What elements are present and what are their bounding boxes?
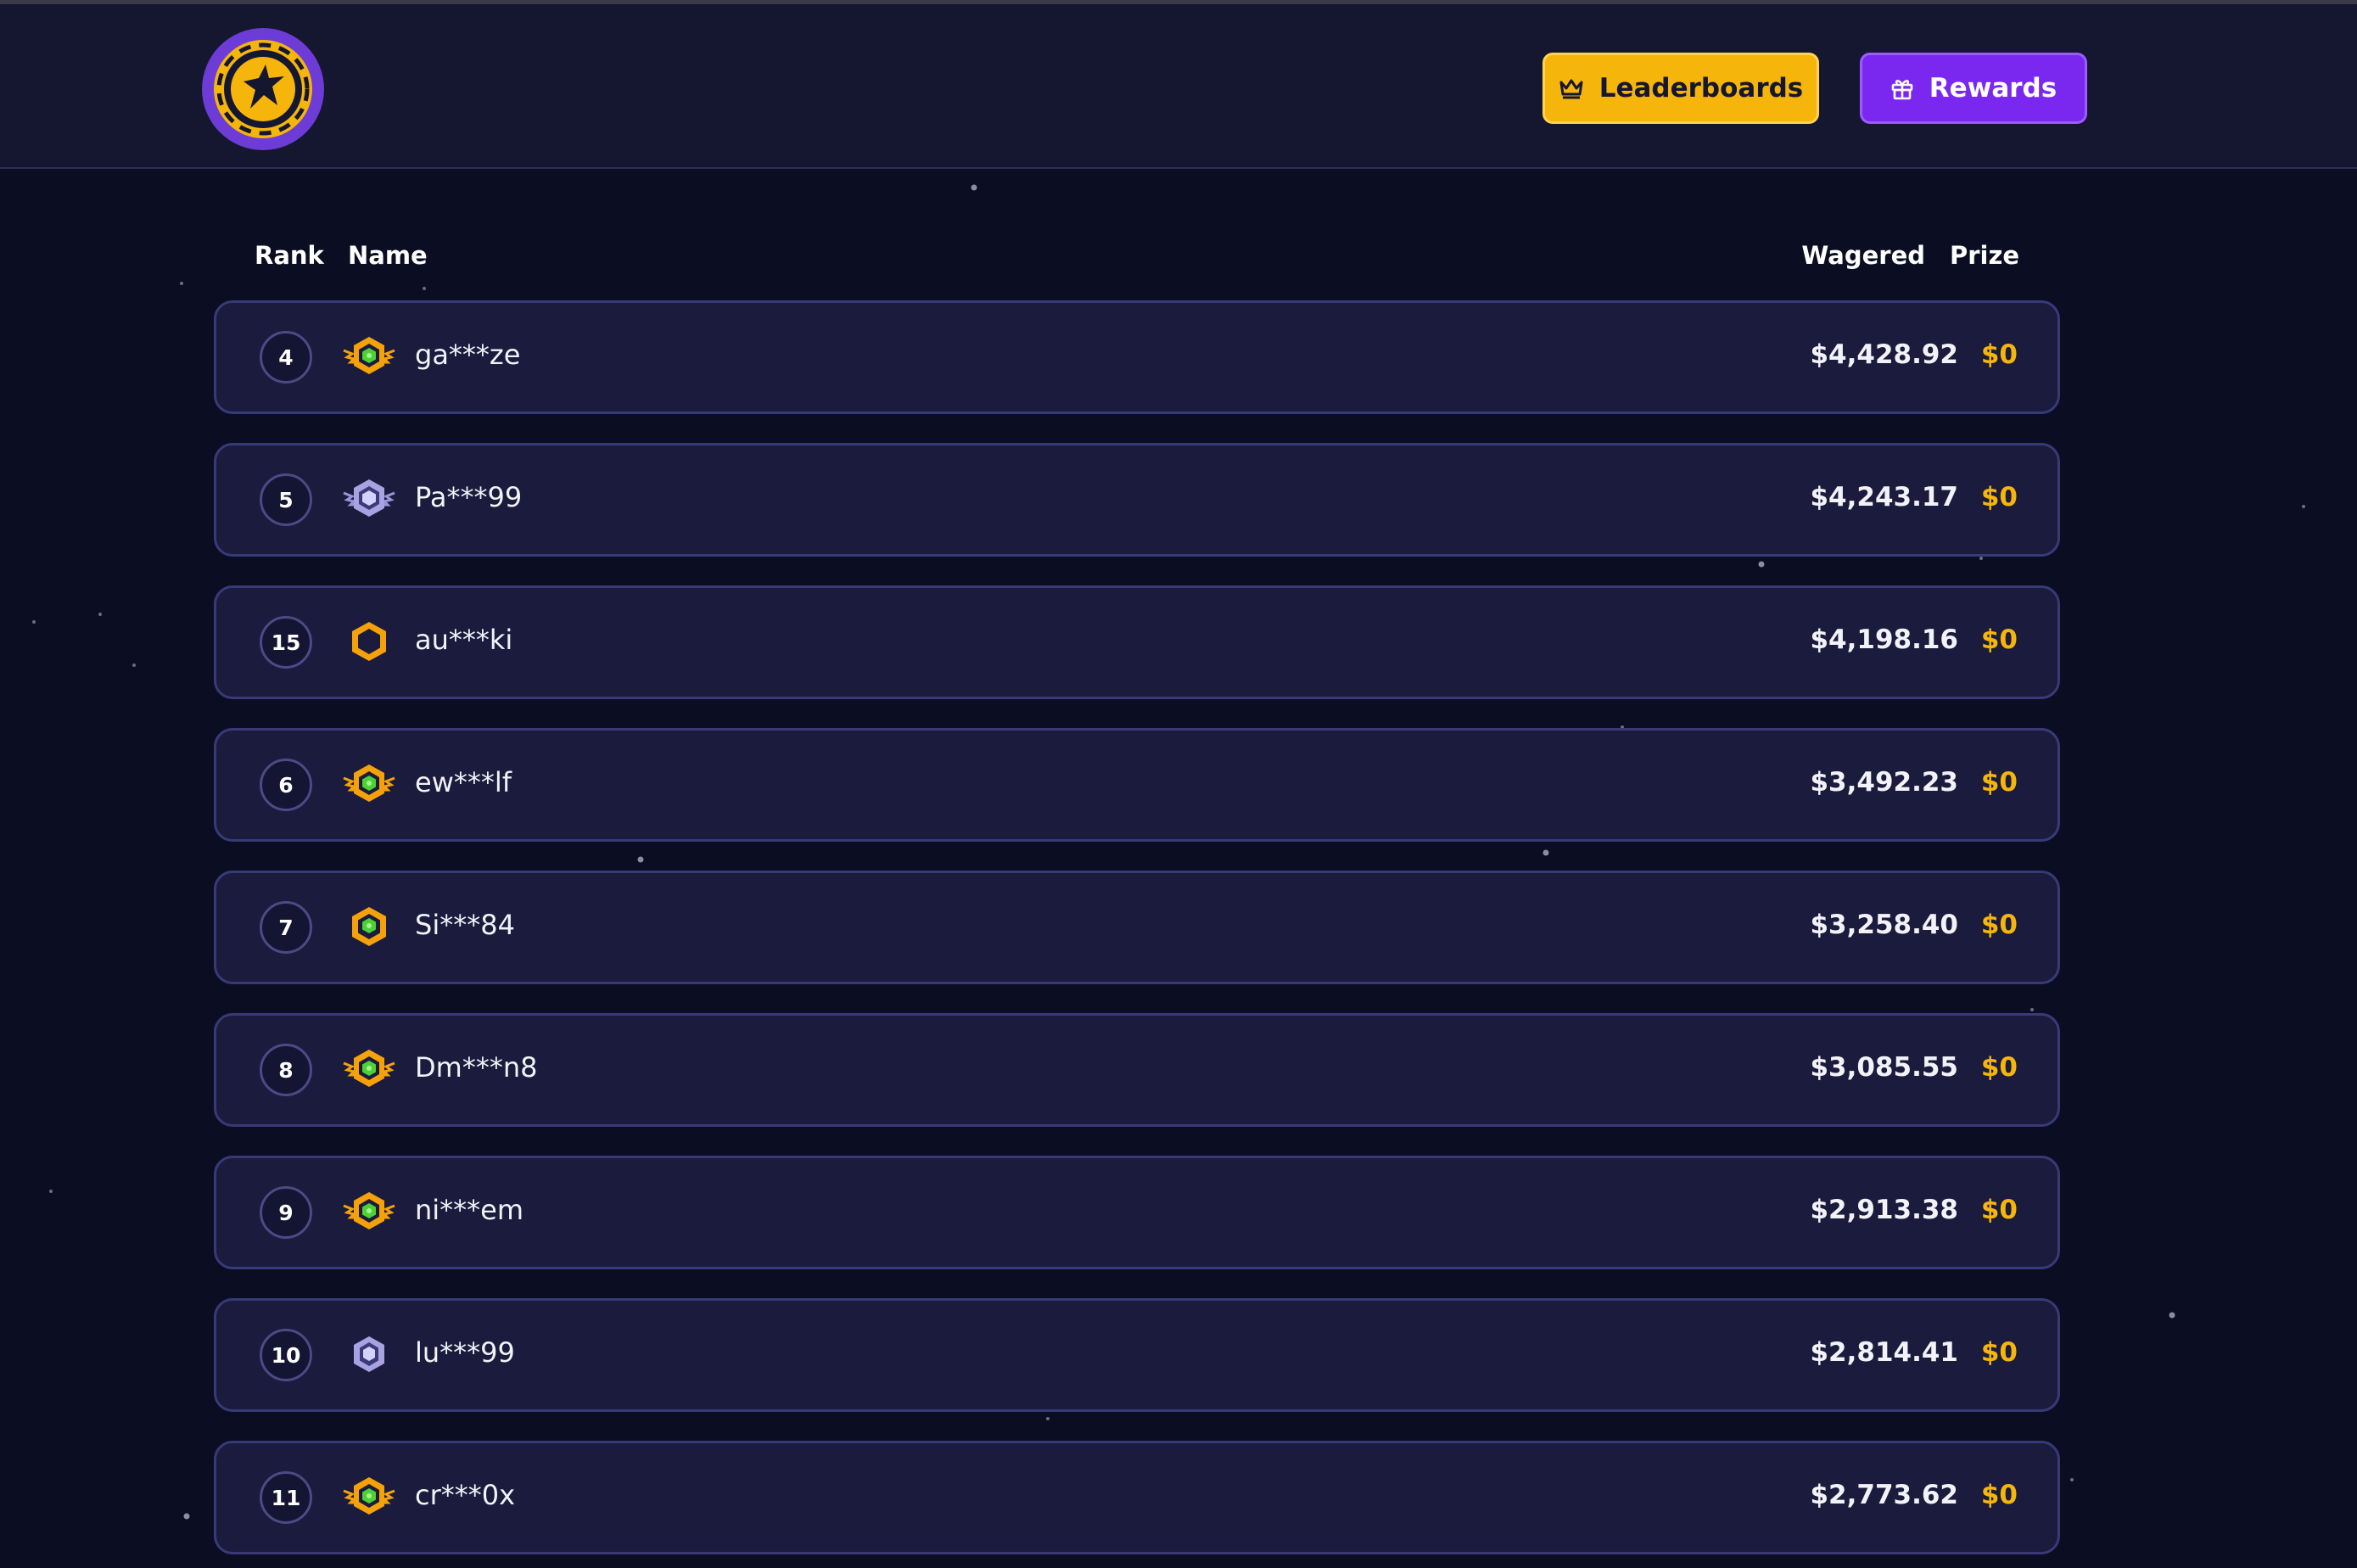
site-logo[interactable] (202, 28, 324, 150)
table-row[interactable]: 8 Dm***n8 $3,085.55 $0 (214, 1013, 2060, 1127)
player-name: lu***99 (415, 1336, 515, 1369)
gold-winged-tier-icon (342, 1472, 396, 1523)
silver-gem-tier-icon (342, 1330, 396, 1380)
column-header-name: Name (348, 241, 428, 270)
prize-amount: $0 (1980, 1052, 2018, 1083)
wagered-amount: $4,243.17 (1810, 482, 1958, 512)
prize-amount: $0 (1980, 1195, 2018, 1225)
table-row[interactable]: 11 cr***0x $2,773.62 $0 (214, 1441, 2060, 1554)
player-name: Dm***n8 (415, 1051, 538, 1084)
leaderboards-label: Leaderboards (1598, 73, 1804, 104)
table-row[interactable]: 4 ga***ze $4,428.92 $0 (214, 300, 2060, 414)
wagered-amount: $4,198.16 (1810, 624, 1958, 655)
wagered-amount: $2,814.41 (1810, 1337, 1958, 1368)
wagered-amount: $4,428.92 (1810, 339, 1958, 370)
prize-amount: $0 (1980, 624, 2018, 655)
column-header-wagered: Wagered (1801, 241, 1925, 270)
rank-badge: 5 (260, 473, 312, 526)
prize-amount: $0 (1980, 910, 2018, 940)
rank-badge: 6 (260, 759, 312, 811)
player-name: ni***em (415, 1194, 524, 1226)
rank-badge: 10 (260, 1329, 312, 1381)
player-name: ew***lf (415, 766, 512, 798)
column-header-rank: Rank (255, 241, 324, 270)
wagered-amount: $2,913.38 (1810, 1195, 1958, 1225)
wagered-amount: $3,258.40 (1810, 910, 1958, 940)
table-row[interactable]: 5 Pa***99 $4,243.17 $0 (214, 443, 2060, 557)
gold-hollow-tier-icon (342, 617, 396, 668)
player-name: cr***0x (415, 1479, 516, 1511)
gold-gem-tier-icon (342, 902, 396, 953)
prize-amount: $0 (1980, 1480, 2018, 1510)
prize-amount: $0 (1980, 1337, 2018, 1368)
prize-amount: $0 (1980, 339, 2018, 370)
rewards-button[interactable]: Rewards (1860, 53, 2087, 124)
table-row[interactable]: 6 ew***lf $3,492.23 $0 (214, 728, 2060, 842)
leaderboards-button[interactable]: Leaderboards (1542, 53, 1819, 124)
rank-badge: 15 (260, 616, 312, 669)
wagered-amount: $3,492.23 (1810, 767, 1958, 798)
prize-amount: $0 (1980, 767, 2018, 798)
leaderboard-list: 4 ga***ze $4,428.92 $0 5 Pa***99 $4,243.17 $0 15… (214, 300, 2060, 1568)
top-navbar: Leaderboards Rewards (0, 4, 2357, 169)
gold-winged-tier-icon (342, 332, 396, 383)
rank-badge: 4 (260, 331, 312, 384)
rank-badge: 8 (260, 1044, 312, 1096)
silver-winged-tier-icon (342, 474, 396, 525)
wagered-amount: $3,085.55 (1810, 1052, 1958, 1083)
gold-winged-tier-icon (342, 1187, 396, 1238)
wagered-amount: $2,773.62 (1810, 1480, 1958, 1510)
gold-winged-tier-icon (342, 1044, 396, 1095)
player-name: Pa***99 (415, 481, 523, 513)
rank-badge: 11 (260, 1471, 312, 1524)
table-row[interactable]: 7 Si***84 $3,258.40 $0 (214, 871, 2060, 984)
table-row[interactable]: 15 au***ki $4,198.16 $0 (214, 585, 2060, 699)
prize-amount: $0 (1980, 482, 2018, 512)
column-header-prize: Prize (1949, 241, 2019, 270)
player-name: ga***ze (415, 339, 521, 371)
table-row[interactable]: 9 ni***em $2,913.38 $0 (214, 1156, 2060, 1269)
gold-winged-tier-icon (342, 759, 396, 810)
rank-badge: 9 (260, 1186, 312, 1239)
rank-badge: 7 (260, 901, 312, 954)
table-header: Rank Name Wagered Prize (0, 241, 2357, 278)
rewards-label: Rewards (1929, 73, 2057, 104)
player-name: au***ki (415, 624, 513, 656)
crown-icon (1559, 77, 1584, 99)
player-name: Si***84 (415, 909, 515, 941)
table-row[interactable]: 10 lu***99 $2,814.41 $0 (214, 1298, 2060, 1412)
gift-icon (1890, 76, 1914, 100)
logo-chip-icon (214, 40, 312, 138)
